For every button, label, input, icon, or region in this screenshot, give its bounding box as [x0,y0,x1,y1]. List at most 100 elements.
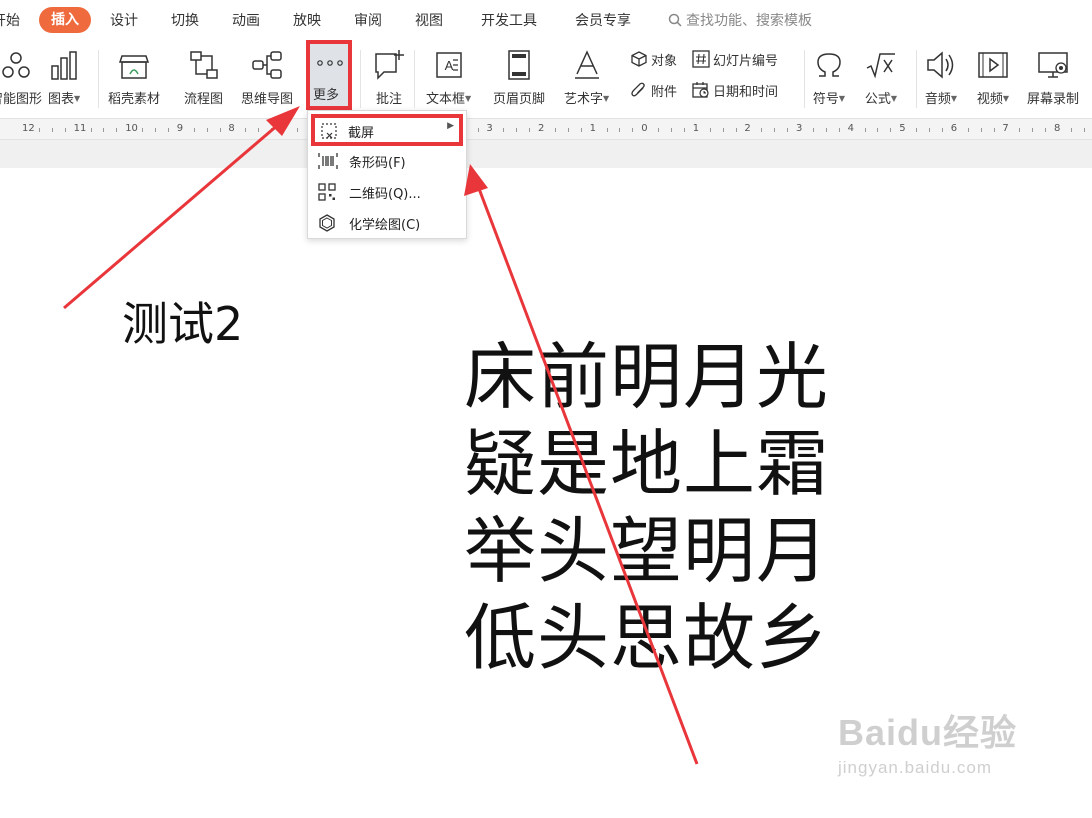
omega-icon [817,53,841,77]
textbox-icon: A [435,52,462,78]
tab-slideshow[interactable]: 放映 [293,10,321,30]
ruler-tick [90,128,92,132]
menu-item-qrcode[interactable]: 二维码(Q)... [308,177,466,207]
search-box[interactable]: 查找功能、搜索模板 [668,10,812,30]
menu-item-screenshot[interactable]: 截屏 ▶ [311,114,463,146]
ruler-tick [709,128,711,132]
video-icon [978,52,1008,78]
chevron-down-icon: ▼ [838,94,846,103]
ruler-number: 12 [22,123,35,134]
formula-label: 公式 [864,92,891,107]
ruler-tick [980,128,982,132]
ruler-tick [155,128,156,132]
text-box-test[interactable]: 测试2 [122,288,243,354]
object-button[interactable]: 对象 [630,50,677,69]
ruler-number: 9 [176,123,184,134]
ruler-number: 4 [847,123,854,134]
toolbar-divider [916,50,917,108]
header-footer-button[interactable]: 页眉页脚 [493,48,545,107]
slide-number-label: 幻灯片编号 [713,54,779,69]
search-placeholder: 查找功能、搜索模板 [686,13,812,29]
ruler-tick [683,128,685,132]
ruler-number: 3 [796,123,803,134]
ruler-number: 2 [538,123,545,134]
attachment-button[interactable]: 附件 [630,81,677,100]
ruler-tick [38,128,40,132]
ruler-tick [735,128,737,132]
symbol-button[interactable]: 符号▼ [812,48,846,107]
ruler-tick [193,128,195,132]
screen-record-button[interactable]: 屏幕录制 [1027,48,1079,107]
ruler-number: 8 [228,123,235,134]
tab-view[interactable]: 视图 [415,10,443,30]
calendar-clock-icon [692,82,709,98]
screen-record-label: 屏幕录制 [1027,92,1080,107]
chevron-down-icon: ▼ [1002,94,1010,103]
tab-review[interactable]: 审阅 [354,10,382,30]
wordart-label: 艺术字 [564,92,604,107]
ruler-tick [567,128,569,132]
ruler-number: 0 [641,123,648,134]
tab-design[interactable]: 设计 [110,10,138,30]
slide-number-button[interactable]: 幻灯片编号 [692,50,778,69]
poem-line: 床前明月光 [464,335,830,419]
tab-member[interactable]: 会员专享 [575,10,631,30]
ruler-tick [1070,128,1072,132]
ruler-tick [1045,128,1047,132]
speaker-icon [927,51,954,79]
video-button[interactable]: 视频▼ [976,48,1010,107]
ruler-number: 11 [73,123,87,134]
wordart-button[interactable]: 艺术字▼ [564,48,609,107]
audio-label: 音频 [924,92,951,107]
tab-animation[interactable]: 动画 [232,10,260,30]
tab-insert[interactable]: 插入 [39,7,91,33]
ruler-number: 6 [950,123,958,134]
ruler-tick [761,128,763,132]
ruler-tick [632,128,634,132]
ruler-tick [658,128,660,132]
ruler-tick [554,128,556,132]
menu-item-barcode[interactable]: 条形码(F) [308,146,466,176]
ruler-tick [967,128,969,132]
ribbon-toolbar-right: 批注 A 文本框▼ 页眉页脚 艺术字▼ 对象 附件 幻灯片编号 日期和时间 符号… [0,40,1092,116]
screenshot-icon [321,123,337,139]
ruler-tick [941,128,943,132]
formula-button[interactable]: 公式▼ [864,48,898,107]
svg-text:A: A [444,58,453,73]
ruler-number: 2 [744,123,751,134]
formula-icon [866,53,895,79]
ruler-tick [1032,128,1034,132]
watermark-url: jingyan.baidu.com [838,758,993,777]
horizontal-ruler: 121110987654321012345678 [0,118,1092,140]
chevron-down-icon: ▼ [890,94,898,103]
datetime-button[interactable]: 日期和时间 [692,81,778,100]
ruler-margin-band [0,140,1092,168]
ruler-tick [838,128,840,132]
menu-item-chemistry[interactable]: 化学绘图(C) [308,208,466,238]
menu-bar: 开始 插入 设计 切换 动画 放映 审阅 视图 开发工具 会员专享 查找功能、搜… [0,0,1092,40]
ruler-tick [877,128,879,132]
poem-line: 低头思故乡 [464,596,830,680]
ruler-number: 7 [1002,123,1009,134]
barcode-icon [318,153,338,169]
ruler-tick [671,128,672,132]
poem-line: 疑是地上霜 [464,422,830,506]
ruler-tick [477,128,479,132]
tab-home[interactable]: 开始 [0,10,20,30]
poem-text-box[interactable]: 床前明月光 疑是地上霜 举头望明月 低头思故乡 [464,334,829,682]
comment-button[interactable]: 批注 [372,48,406,107]
textbox-button[interactable]: A 文本框▼ [426,48,471,107]
audio-button[interactable]: 音频▼ [924,48,958,107]
ruler-tick [142,128,144,132]
ruler-number: 8 [1054,123,1061,134]
tab-transition[interactable]: 切换 [171,10,199,30]
cube-icon [631,51,647,67]
tab-developer[interactable]: 开发工具 [481,10,537,30]
header-footer-label: 页眉页脚 [493,92,546,107]
ruler-number: 10 [125,123,138,134]
poem-line: 举头望明月 [464,509,830,593]
datetime-label: 日期和时间 [713,85,779,100]
search-icon [668,13,682,27]
paperclip-icon [631,82,645,97]
chemistry-icon [319,214,335,232]
